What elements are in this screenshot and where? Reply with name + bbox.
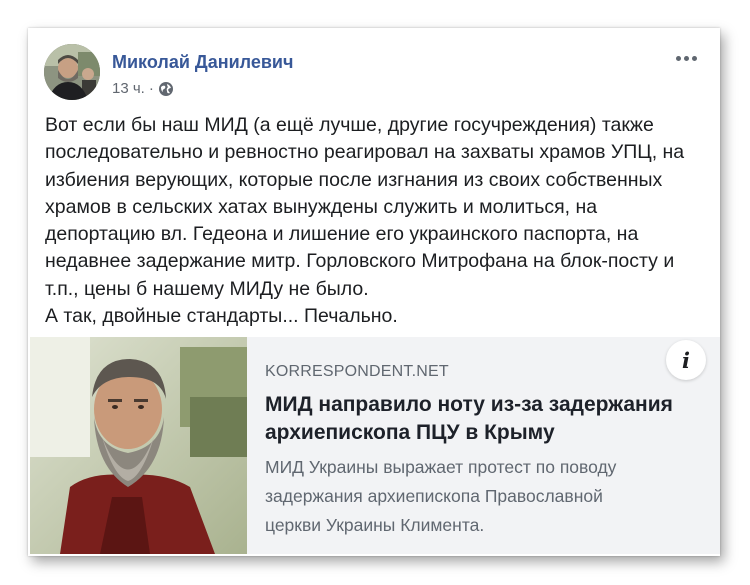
post-meta: 13 ч. · — [112, 80, 174, 97]
post-text-line: депортацию вл. Гедеона и лишение его укр… — [45, 223, 639, 246]
avatar-photo — [44, 44, 100, 100]
facebook-post-card: Миколай Данилевич 13 ч. · Вот если бы на… — [28, 28, 720, 556]
post-text-line: последовательно и ревностно реагировал н… — [45, 141, 685, 164]
avatar[interactable] — [44, 44, 100, 100]
post-text-line: А так, двойные стандарты... Печально. — [45, 305, 398, 328]
more-options-icon[interactable] — [672, 48, 700, 68]
link-headline-line: МИД направило ноту из-за задержания — [265, 393, 673, 416]
link-preview-image[interactable] — [30, 337, 247, 554]
post-header: Миколай Данилевич 13 ч. · — [44, 44, 704, 100]
post-text-line: храмов в сельских хатах вынуждены служит… — [45, 195, 598, 218]
archbishop-photo — [30, 337, 247, 554]
author-name[interactable]: Миколай Данилевич — [112, 52, 293, 73]
link-preview-body: KORRESPONDENT.NET МИД направило ноту из-… — [265, 363, 705, 540]
link-headline[interactable]: МИД направило ноту из-за задержания архи… — [265, 391, 705, 447]
post-text: Вот если бы наш МИД (а ещё лучше, другие… — [45, 112, 705, 330]
link-headline-line: архиепископа ПЦУ в Крыму — [265, 421, 555, 444]
link-description-line: церкви Украины Климента. — [265, 515, 485, 535]
post-time[interactable]: 13 ч. — [112, 80, 145, 97]
post-text-line: недавнее задержание митр. Горловского Ми… — [45, 250, 675, 273]
info-icon[interactable]: i — [666, 340, 706, 380]
meta-separator: · — [148, 80, 154, 97]
link-preview-card[interactable]: KORRESPONDENT.NET МИД направило ноту из-… — [30, 337, 720, 554]
post-text-line: т.п., цены б нашему МИДу не было. — [45, 277, 369, 300]
link-description: МИД Украины выражает протест по поводу з… — [265, 453, 705, 540]
post-text-line: Вот если бы наш МИД (а ещё лучше, другие… — [45, 114, 654, 136]
link-description-line: задержания архиепископа Православной — [265, 486, 603, 506]
globe-icon[interactable] — [158, 81, 174, 97]
link-description-line: МИД Украины выражает протест по поводу — [265, 457, 617, 477]
post-text-line: избиения верующих, которые после изгнани… — [45, 168, 663, 191]
link-domain: KORRESPONDENT.NET — [265, 363, 449, 380]
